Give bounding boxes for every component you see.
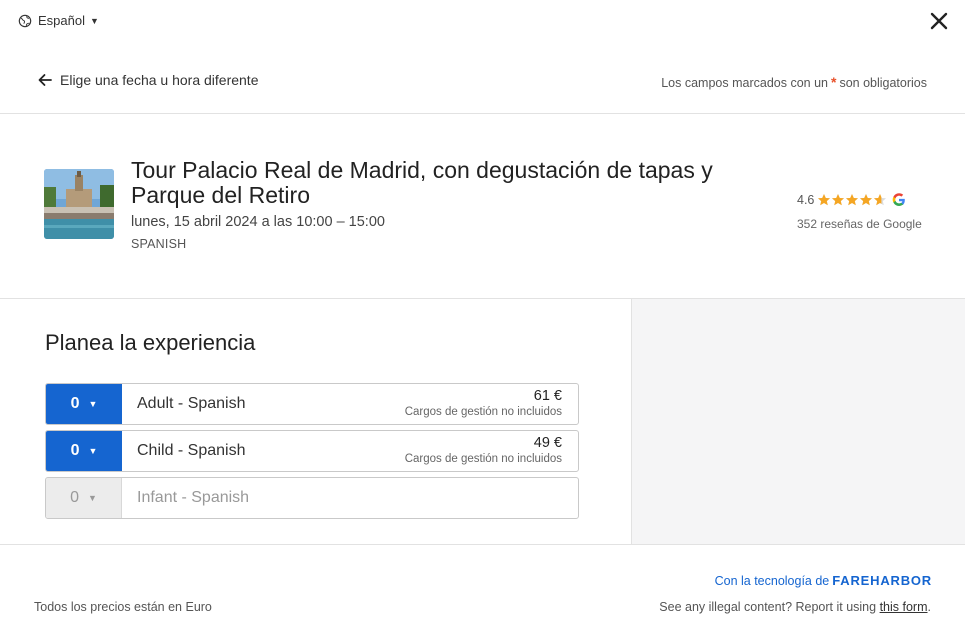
- ticket-price: 49 €: [533, 435, 562, 451]
- star-icon: [832, 194, 845, 206]
- caret-down-icon: ▼: [87, 493, 97, 503]
- google-icon: [893, 193, 906, 206]
- quantity-dropdown[interactable]: 0 ▼: [46, 478, 122, 518]
- star-icon: [846, 194, 859, 206]
- caret-down-icon: ▼: [89, 15, 99, 26]
- report-form-link[interactable]: this form: [880, 600, 928, 614]
- summary-panel: [631, 299, 965, 544]
- fareharbor-logo: FAREHARBOR: [832, 573, 932, 588]
- section-title: Planea la experiencia: [45, 330, 256, 355]
- caret-down-icon: ▼: [88, 399, 98, 409]
- globe-icon: [18, 14, 32, 27]
- tour-title: Tour Palacio Real de Madrid, con degusta…: [131, 157, 713, 208]
- divider: [0, 544, 965, 545]
- ticket-row-adult: 0 ▼ Adult - Spanish 61 € Cargos de gestió…: [45, 383, 579, 425]
- language-label: Español: [38, 13, 85, 28]
- arrow-left-icon: [38, 74, 52, 86]
- ticket-name: Infant - Spanish: [137, 489, 250, 506]
- review-count: 352 reseñas de Google: [797, 217, 922, 231]
- back-link[interactable]: Elige una fecha u hora diferente: [38, 72, 258, 88]
- rating-stars: [817, 193, 887, 207]
- currency-note: Todos los precios están en Euro: [34, 600, 212, 614]
- tour-thumbnail: [44, 169, 114, 239]
- rating-value: 4.6: [797, 193, 815, 207]
- ticket-row-infant: 0 ▼ Infant - Spanish: [45, 477, 579, 519]
- report-content-note: See any illegal content? Report it using…: [659, 600, 931, 614]
- fees-note: Cargos de gestión no incluidos: [404, 406, 562, 418]
- required-fields-note: Los campos marcados con un * son obligator…: [661, 74, 927, 90]
- required-star: *: [830, 74, 837, 90]
- ticket-row-child: 0 ▼ Child - Spanish 49 € Cargos de gestió…: [45, 430, 579, 472]
- ticket-price: 61 €: [533, 388, 562, 404]
- price-block: 49 € Cargos de gestión no incluidos: [405, 435, 562, 465]
- quantity-dropdown[interactable]: 0 ▼: [46, 384, 122, 424]
- caret-down-icon: ▼: [88, 446, 98, 456]
- fees-note: Cargos de gestión no incluidos: [404, 453, 562, 465]
- star-icon: [860, 194, 873, 206]
- language-selector[interactable]: Español ▼: [18, 13, 99, 28]
- quantity-dropdown[interactable]: 0 ▼: [46, 431, 122, 471]
- star-icon: [874, 194, 887, 206]
- star-icon: [818, 194, 831, 206]
- divider: [0, 113, 965, 114]
- back-label: Elige una fecha u hora diferente: [60, 72, 259, 88]
- powered-by[interactable]: Con la tecnología de FAREHARBOR: [715, 573, 932, 588]
- close-icon[interactable]: [929, 10, 949, 32]
- price-block: 61 € Cargos de gestión no incluidos: [405, 388, 562, 418]
- google-rating: 4.6: [797, 193, 906, 207]
- tour-language: SPANISH: [131, 237, 187, 251]
- tour-datetime: lunes, 15 abril 2024 a las 10:00 – 15:00: [131, 214, 385, 230]
